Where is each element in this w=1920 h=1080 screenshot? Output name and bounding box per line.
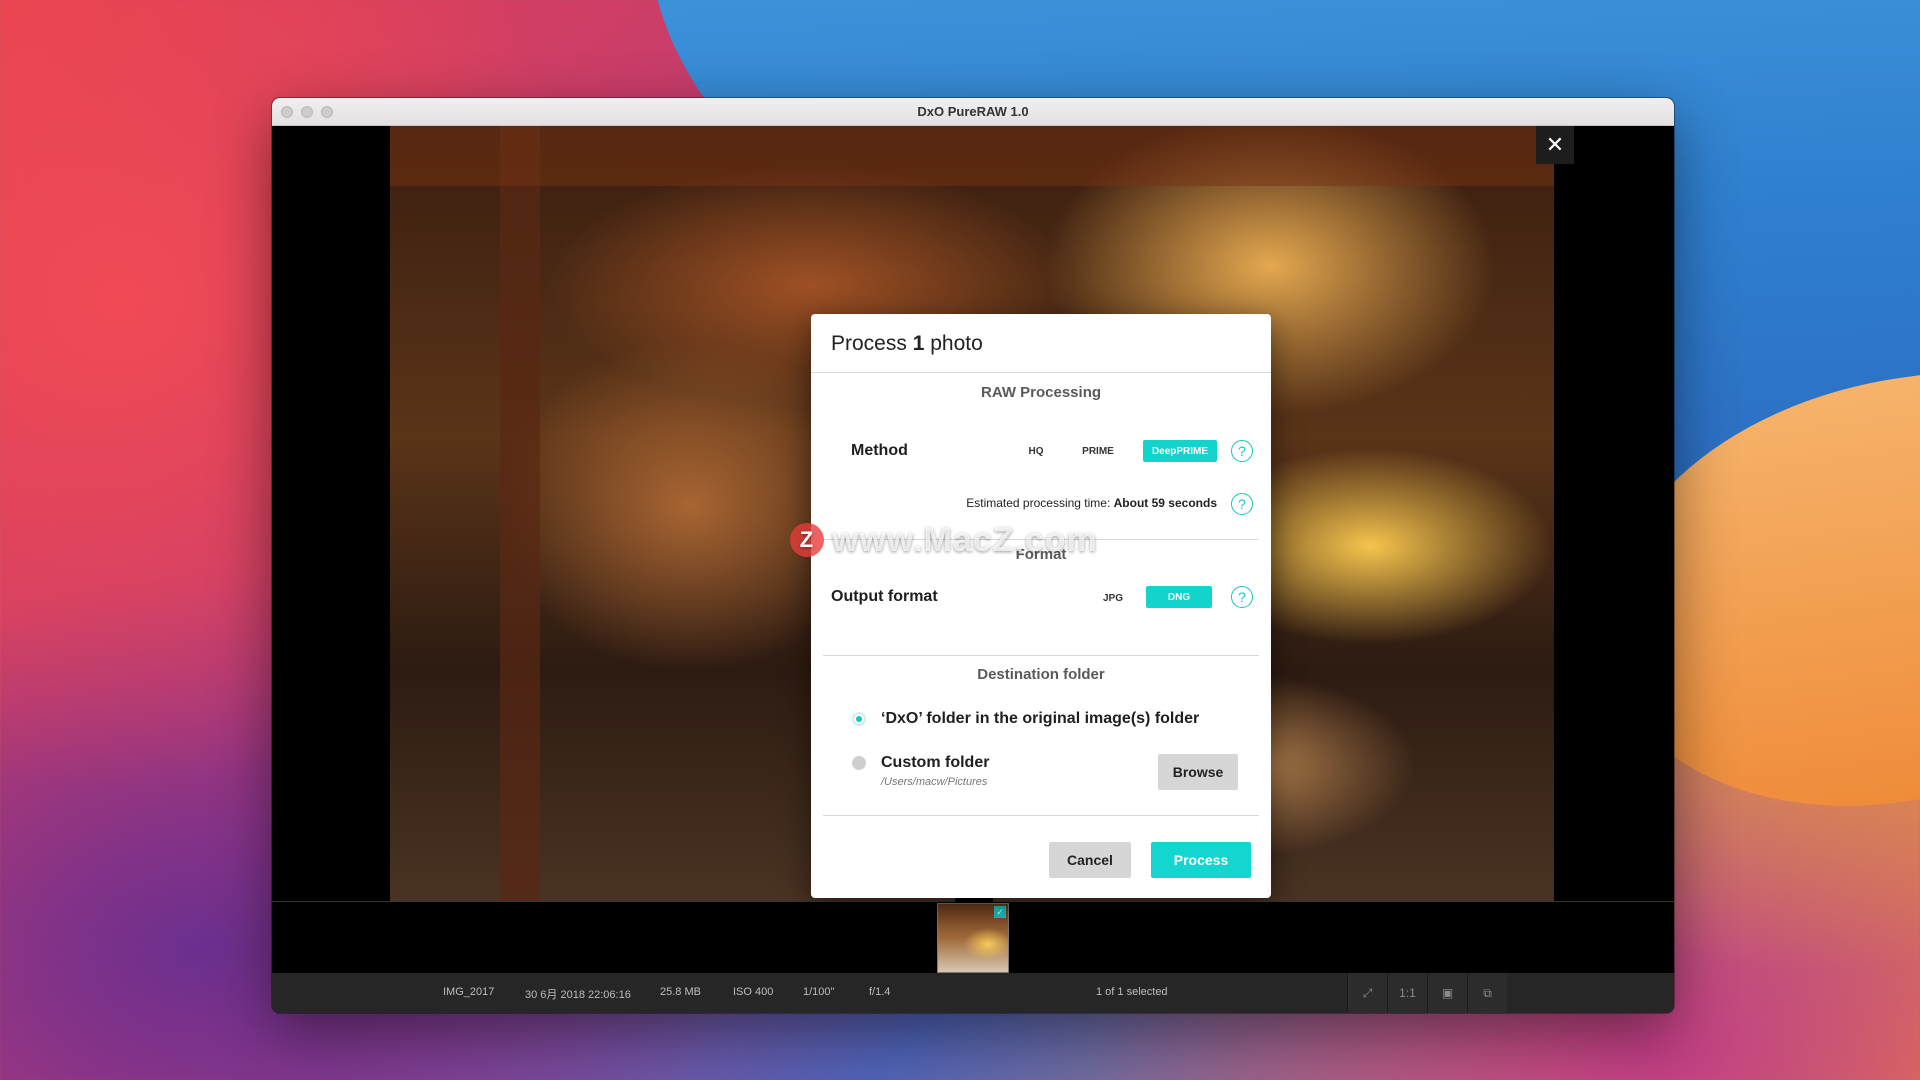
method-prime-option[interactable]: PRIME	[1073, 440, 1123, 462]
close-window-button[interactable]	[281, 106, 293, 118]
aperture: f/1.4	[869, 986, 891, 998]
capture-date: 30 6月 2018 22:06:16	[525, 989, 631, 1001]
dialog-title: Process 1 photo	[831, 332, 983, 356]
estimate-help-icon[interactable]: ?	[1231, 493, 1253, 515]
method-hq-option[interactable]: HQ	[1016, 440, 1056, 462]
divider	[823, 815, 1259, 816]
estimated-time-value: About 59 seconds	[1113, 496, 1217, 510]
dxo-folder-option-label[interactable]: ‘DxO’ folder in the original image(s) fo…	[881, 710, 1199, 728]
title-bar[interactable]: DxO PureRAW 1.0	[272, 98, 1674, 126]
zoom-100-button[interactable]: 1:1	[1387, 973, 1427, 1013]
title-suffix: photo	[930, 332, 983, 355]
cancel-button[interactable]: Cancel	[1049, 842, 1131, 878]
close-icon[interactable]: ✕	[1536, 126, 1574, 164]
radio-custom-folder[interactable]	[852, 756, 866, 770]
compare-view-icon[interactable]: ▣	[1427, 973, 1467, 1013]
filmstrip: ✓	[272, 898, 1674, 973]
status-bar: IMG_2017 30 6月 2018 22:06:16 25.8 MB ISO…	[272, 973, 1674, 1013]
file-size: 25.8 MB	[660, 986, 701, 998]
method-deepprime-option[interactable]: DeepPRIME	[1143, 440, 1217, 462]
fit-screen-icon[interactable]: ⤢	[1347, 973, 1387, 1013]
selection-count: 1 of 1 selected	[1096, 986, 1168, 998]
destination-folder-heading: Destination folder	[977, 666, 1105, 683]
photo-pillar	[500, 126, 540, 901]
window-title: DxO PureRAW 1.0	[917, 104, 1029, 119]
watermark-text: www.MacZ.com	[832, 520, 1098, 559]
estimated-time-label: Estimated processing time:	[966, 496, 1111, 510]
view-tools: ⤢ 1:1 ▣ ⧉	[1347, 973, 1507, 1013]
title-prefix: Process	[831, 332, 907, 355]
custom-folder-path: /Users/macw/Pictures	[881, 776, 988, 788]
zoom-window-button[interactable]	[321, 106, 333, 118]
method-help-icon[interactable]: ?	[1231, 440, 1253, 462]
shutter-speed: 1/100"	[803, 986, 835, 998]
stack-view-icon[interactable]: ⧉	[1467, 973, 1507, 1013]
check-icon: ✓	[994, 906, 1006, 918]
minimize-window-button[interactable]	[301, 106, 313, 118]
iso-value: ISO 400	[733, 986, 774, 998]
file-name: IMG_2017	[443, 986, 495, 998]
process-button[interactable]: Process	[1151, 842, 1251, 878]
estimated-time: Estimated processing time: About 59 seco…	[966, 496, 1217, 510]
photo-roof	[390, 126, 1554, 186]
raw-processing-heading: RAW Processing	[980, 384, 1102, 401]
browse-button[interactable]: Browse	[1158, 754, 1238, 790]
watermark: Z www.MacZ.com	[790, 520, 1098, 560]
format-help-icon[interactable]: ?	[1231, 586, 1253, 608]
divider	[823, 655, 1259, 656]
thumbnail[interactable]: ✓	[937, 903, 1009, 973]
photo-count: 1	[912, 332, 925, 355]
format-jpg-option[interactable]: JPG	[1093, 587, 1133, 609]
output-format-label: Output format	[831, 588, 938, 605]
process-dialog: Process 1 photo RAW Processing Method HQ…	[811, 314, 1271, 898]
thumbnail-marker	[955, 898, 993, 902]
watermark-logo: Z	[790, 523, 824, 557]
divider	[811, 372, 1271, 373]
radio-dxo-folder[interactable]	[852, 712, 866, 726]
method-label: Method	[851, 442, 908, 459]
window-controls	[281, 106, 333, 118]
custom-folder-option-label[interactable]: Custom folder	[881, 754, 989, 772]
format-dng-option[interactable]: DNG	[1146, 586, 1212, 608]
